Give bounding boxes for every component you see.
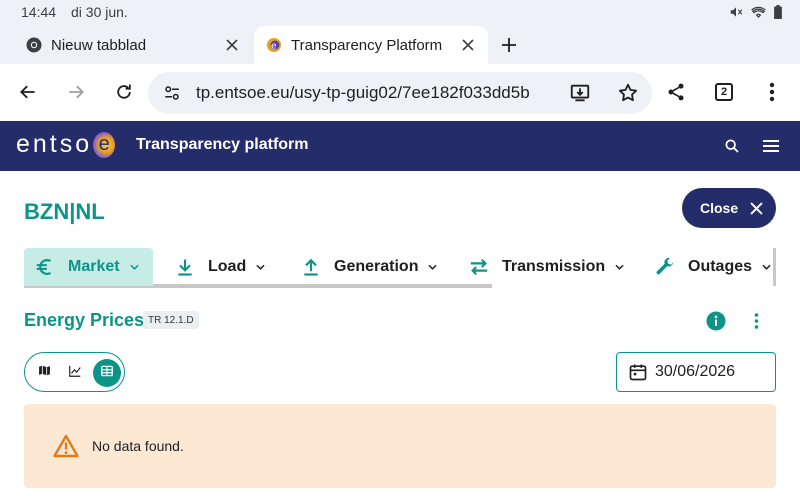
- url-text[interactable]: tp.entsoe.eu/usy-tp-guig02/7ee182f033dd5…: [196, 83, 548, 103]
- table-icon: [100, 364, 114, 383]
- platform-title: Transparency platform: [136, 136, 309, 153]
- forward-button[interactable]: [60, 76, 92, 108]
- category-label: Market: [68, 258, 120, 275]
- battery-icon: [774, 5, 782, 19]
- regulation-badge: TR 12.1.D: [143, 311, 199, 329]
- logo-text: entso: [16, 130, 93, 158]
- view-toggle: [24, 352, 125, 392]
- upload-icon: [298, 254, 324, 280]
- status-date: di 30 jun.: [71, 4, 128, 20]
- tab-switcher-button[interactable]: 2: [708, 76, 740, 108]
- logo-e: e: [93, 131, 116, 158]
- wrench-icon: [652, 254, 678, 280]
- close-tab-icon[interactable]: [218, 31, 246, 59]
- site-settings-icon[interactable]: [161, 82, 183, 104]
- info-icon[interactable]: [706, 311, 726, 331]
- bidding-zone-title: BZN|NL: [24, 199, 105, 224]
- chart-icon: [68, 364, 82, 383]
- system-status-bar: 14:44 di 30 jun.: [0, 0, 800, 26]
- wifi-icon: [751, 5, 766, 19]
- category-market[interactable]: Market: [24, 248, 153, 286]
- category-label: Transmission: [502, 258, 606, 275]
- status-time: 14:44: [21, 4, 57, 20]
- category-nav: Market Load Generation Transmission Outa…: [24, 248, 776, 288]
- back-button[interactable]: [12, 76, 44, 108]
- category-label: Outages: [688, 258, 753, 275]
- calendar-icon[interactable]: [627, 361, 649, 383]
- close-icon: [750, 201, 763, 215]
- address-bar[interactable]: tp.entsoe.eu/usy-tp-guig02/7ee182f033dd5…: [148, 72, 652, 114]
- date-value[interactable]: 30/06/2026: [655, 363, 735, 381]
- euro-icon: [32, 254, 58, 280]
- no-data-alert: No data found.: [24, 404, 776, 488]
- chrome-icon: [26, 37, 42, 53]
- date-picker-field[interactable]: 30/06/2026: [616, 352, 776, 392]
- close-label: Close: [700, 200, 739, 216]
- mute-icon: [729, 5, 743, 19]
- browser-menu-button[interactable]: [756, 76, 788, 108]
- section-title: Energy Prices: [24, 310, 145, 330]
- svg-text:e: e: [271, 42, 277, 52]
- chevron-down-icon: [129, 264, 139, 270]
- entsoe-favicon: e: [266, 37, 282, 53]
- new-tab-button[interactable]: [494, 30, 524, 60]
- browser-toolbar: tp.entsoe.eu/usy-tp-guig02/7ee182f033dd5…: [0, 64, 800, 121]
- app-header: entso e Transparency platform: [0, 121, 800, 171]
- table-view-button[interactable]: [93, 359, 121, 387]
- warning-icon: [52, 432, 80, 460]
- tab-count: 2: [715, 83, 733, 101]
- tab-new-tab[interactable]: Nieuw tabblad: [14, 26, 252, 64]
- swap-icon: [466, 254, 492, 280]
- tab-title: Nieuw tabblad: [51, 36, 147, 54]
- category-transmission[interactable]: Transmission: [466, 248, 624, 286]
- category-load[interactable]: Load: [172, 248, 265, 286]
- bookmark-star-icon[interactable]: [616, 81, 640, 105]
- category-outages[interactable]: Outages: [652, 248, 771, 286]
- category-generation[interactable]: Generation: [298, 248, 438, 286]
- entsoe-logo[interactable]: entso e: [16, 130, 116, 159]
- map-icon: [38, 364, 51, 382]
- more-options-icon[interactable]: [745, 310, 767, 332]
- chevron-down-icon: [762, 264, 771, 270]
- tab-title: Transparency Platform: [291, 36, 443, 54]
- map-view-button[interactable]: [30, 359, 58, 387]
- category-label: Load: [208, 258, 247, 275]
- status-icons: [729, 5, 782, 19]
- tab-transparency-platform[interactable]: e Transparency Platform: [254, 26, 488, 64]
- chevron-down-icon: [615, 264, 624, 270]
- category-scroll-edge: [773, 248, 776, 286]
- close-tab-icon[interactable]: [454, 31, 482, 59]
- close-button[interactable]: Close: [682, 188, 776, 228]
- share-button[interactable]: [660, 76, 692, 108]
- search-icon[interactable]: [720, 134, 744, 158]
- browser-tab-strip: Nieuw tabblad e Transparency Platform: [0, 26, 800, 64]
- chevron-down-icon: [256, 264, 265, 270]
- chevron-down-icon: [428, 264, 438, 270]
- install-app-icon[interactable]: [568, 81, 592, 105]
- chart-view-button[interactable]: [61, 359, 89, 387]
- category-label: Generation: [334, 258, 419, 275]
- download-icon: [172, 254, 198, 280]
- hamburger-menu-icon[interactable]: [759, 134, 783, 158]
- alert-message: No data found.: [92, 438, 184, 454]
- reload-button[interactable]: [108, 76, 140, 108]
